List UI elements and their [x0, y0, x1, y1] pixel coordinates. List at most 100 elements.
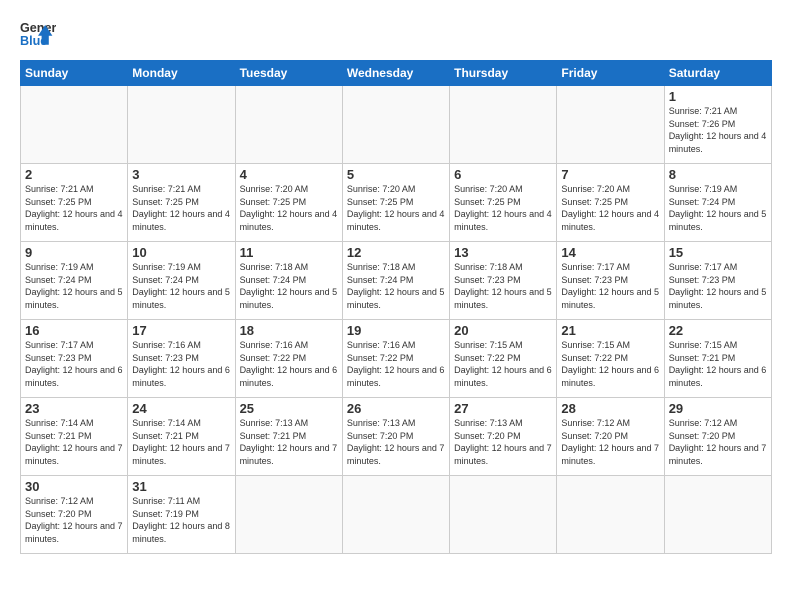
calendar-cell — [235, 86, 342, 164]
day-number: 24 — [132, 401, 230, 416]
calendar-cell: 18Sunrise: 7:16 AM Sunset: 7:22 PM Dayli… — [235, 320, 342, 398]
day-number: 18 — [240, 323, 338, 338]
calendar-cell: 12Sunrise: 7:18 AM Sunset: 7:24 PM Dayli… — [342, 242, 449, 320]
calendar-cell: 15Sunrise: 7:17 AM Sunset: 7:23 PM Dayli… — [664, 242, 771, 320]
day-number: 11 — [240, 245, 338, 260]
day-info: Sunrise: 7:17 AM Sunset: 7:23 PM Dayligh… — [669, 261, 767, 311]
weekday-header-saturday: Saturday — [664, 61, 771, 86]
day-number: 29 — [669, 401, 767, 416]
weekday-header-monday: Monday — [128, 61, 235, 86]
calendar-cell: 23Sunrise: 7:14 AM Sunset: 7:21 PM Dayli… — [21, 398, 128, 476]
calendar-cell: 26Sunrise: 7:13 AM Sunset: 7:20 PM Dayli… — [342, 398, 449, 476]
logo: General Blue — [20, 16, 56, 52]
calendar-cell: 20Sunrise: 7:15 AM Sunset: 7:22 PM Dayli… — [450, 320, 557, 398]
header: General Blue — [20, 16, 772, 52]
day-number: 21 — [561, 323, 659, 338]
day-number: 25 — [240, 401, 338, 416]
day-info: Sunrise: 7:12 AM Sunset: 7:20 PM Dayligh… — [669, 417, 767, 467]
day-info: Sunrise: 7:12 AM Sunset: 7:20 PM Dayligh… — [561, 417, 659, 467]
day-number: 19 — [347, 323, 445, 338]
day-number: 17 — [132, 323, 230, 338]
logo-icon: General Blue — [20, 16, 56, 52]
calendar-week-row: 16Sunrise: 7:17 AM Sunset: 7:23 PM Dayli… — [21, 320, 772, 398]
calendar-cell: 2Sunrise: 7:21 AM Sunset: 7:25 PM Daylig… — [21, 164, 128, 242]
day-number: 14 — [561, 245, 659, 260]
day-number: 28 — [561, 401, 659, 416]
calendar-cell: 11Sunrise: 7:18 AM Sunset: 7:24 PM Dayli… — [235, 242, 342, 320]
day-number: 3 — [132, 167, 230, 182]
weekday-header-wednesday: Wednesday — [342, 61, 449, 86]
weekday-header-friday: Friday — [557, 61, 664, 86]
calendar-cell: 1Sunrise: 7:21 AM Sunset: 7:26 PM Daylig… — [664, 86, 771, 164]
day-number: 10 — [132, 245, 230, 260]
calendar-cell — [21, 86, 128, 164]
day-info: Sunrise: 7:15 AM Sunset: 7:21 PM Dayligh… — [669, 339, 767, 389]
day-info: Sunrise: 7:13 AM Sunset: 7:21 PM Dayligh… — [240, 417, 338, 467]
day-info: Sunrise: 7:18 AM Sunset: 7:24 PM Dayligh… — [347, 261, 445, 311]
calendar-cell: 21Sunrise: 7:15 AM Sunset: 7:22 PM Dayli… — [557, 320, 664, 398]
day-info: Sunrise: 7:21 AM Sunset: 7:26 PM Dayligh… — [669, 105, 767, 155]
weekday-header-row: SundayMondayTuesdayWednesdayThursdayFrid… — [21, 61, 772, 86]
day-info: Sunrise: 7:17 AM Sunset: 7:23 PM Dayligh… — [561, 261, 659, 311]
calendar-cell — [235, 476, 342, 554]
calendar-week-row: 30Sunrise: 7:12 AM Sunset: 7:20 PM Dayli… — [21, 476, 772, 554]
calendar-cell: 3Sunrise: 7:21 AM Sunset: 7:25 PM Daylig… — [128, 164, 235, 242]
day-number: 12 — [347, 245, 445, 260]
day-info: Sunrise: 7:15 AM Sunset: 7:22 PM Dayligh… — [454, 339, 552, 389]
day-number: 1 — [669, 89, 767, 104]
day-info: Sunrise: 7:18 AM Sunset: 7:24 PM Dayligh… — [240, 261, 338, 311]
day-info: Sunrise: 7:21 AM Sunset: 7:25 PM Dayligh… — [25, 183, 123, 233]
day-info: Sunrise: 7:19 AM Sunset: 7:24 PM Dayligh… — [25, 261, 123, 311]
day-number: 26 — [347, 401, 445, 416]
calendar-week-row: 1Sunrise: 7:21 AM Sunset: 7:26 PM Daylig… — [21, 86, 772, 164]
day-number: 22 — [669, 323, 767, 338]
day-number: 7 — [561, 167, 659, 182]
day-number: 16 — [25, 323, 123, 338]
day-info: Sunrise: 7:20 AM Sunset: 7:25 PM Dayligh… — [561, 183, 659, 233]
day-number: 27 — [454, 401, 552, 416]
calendar-cell: 14Sunrise: 7:17 AM Sunset: 7:23 PM Dayli… — [557, 242, 664, 320]
calendar-cell: 30Sunrise: 7:12 AM Sunset: 7:20 PM Dayli… — [21, 476, 128, 554]
calendar-cell: 22Sunrise: 7:15 AM Sunset: 7:21 PM Dayli… — [664, 320, 771, 398]
calendar-cell — [342, 476, 449, 554]
day-number: 13 — [454, 245, 552, 260]
calendar-cell: 27Sunrise: 7:13 AM Sunset: 7:20 PM Dayli… — [450, 398, 557, 476]
day-number: 30 — [25, 479, 123, 494]
calendar-week-row: 2Sunrise: 7:21 AM Sunset: 7:25 PM Daylig… — [21, 164, 772, 242]
day-info: Sunrise: 7:20 AM Sunset: 7:25 PM Dayligh… — [454, 183, 552, 233]
day-info: Sunrise: 7:18 AM Sunset: 7:23 PM Dayligh… — [454, 261, 552, 311]
page: General Blue SundayMondayTuesdayWednesda… — [0, 0, 792, 564]
calendar-cell: 31Sunrise: 7:11 AM Sunset: 7:19 PM Dayli… — [128, 476, 235, 554]
calendar-cell: 29Sunrise: 7:12 AM Sunset: 7:20 PM Dayli… — [664, 398, 771, 476]
calendar-cell — [342, 86, 449, 164]
day-number: 4 — [240, 167, 338, 182]
day-info: Sunrise: 7:16 AM Sunset: 7:22 PM Dayligh… — [240, 339, 338, 389]
weekday-header-thursday: Thursday — [450, 61, 557, 86]
day-info: Sunrise: 7:13 AM Sunset: 7:20 PM Dayligh… — [347, 417, 445, 467]
calendar-cell: 10Sunrise: 7:19 AM Sunset: 7:24 PM Dayli… — [128, 242, 235, 320]
day-info: Sunrise: 7:15 AM Sunset: 7:22 PM Dayligh… — [561, 339, 659, 389]
weekday-header-sunday: Sunday — [21, 61, 128, 86]
day-info: Sunrise: 7:16 AM Sunset: 7:22 PM Dayligh… — [347, 339, 445, 389]
day-number: 23 — [25, 401, 123, 416]
day-info: Sunrise: 7:16 AM Sunset: 7:23 PM Dayligh… — [132, 339, 230, 389]
day-number: 8 — [669, 167, 767, 182]
day-info: Sunrise: 7:20 AM Sunset: 7:25 PM Dayligh… — [347, 183, 445, 233]
day-info: Sunrise: 7:19 AM Sunset: 7:24 PM Dayligh… — [669, 183, 767, 233]
day-number: 31 — [132, 479, 230, 494]
calendar-cell — [128, 86, 235, 164]
calendar-cell — [557, 86, 664, 164]
calendar-week-row: 9Sunrise: 7:19 AM Sunset: 7:24 PM Daylig… — [21, 242, 772, 320]
day-number: 20 — [454, 323, 552, 338]
calendar-cell: 7Sunrise: 7:20 AM Sunset: 7:25 PM Daylig… — [557, 164, 664, 242]
calendar-cell: 8Sunrise: 7:19 AM Sunset: 7:24 PM Daylig… — [664, 164, 771, 242]
day-info: Sunrise: 7:17 AM Sunset: 7:23 PM Dayligh… — [25, 339, 123, 389]
day-number: 5 — [347, 167, 445, 182]
day-info: Sunrise: 7:21 AM Sunset: 7:25 PM Dayligh… — [132, 183, 230, 233]
day-number: 15 — [669, 245, 767, 260]
day-info: Sunrise: 7:11 AM Sunset: 7:19 PM Dayligh… — [132, 495, 230, 545]
day-info: Sunrise: 7:13 AM Sunset: 7:20 PM Dayligh… — [454, 417, 552, 467]
day-number: 6 — [454, 167, 552, 182]
calendar-cell — [450, 476, 557, 554]
calendar-cell: 25Sunrise: 7:13 AM Sunset: 7:21 PM Dayli… — [235, 398, 342, 476]
